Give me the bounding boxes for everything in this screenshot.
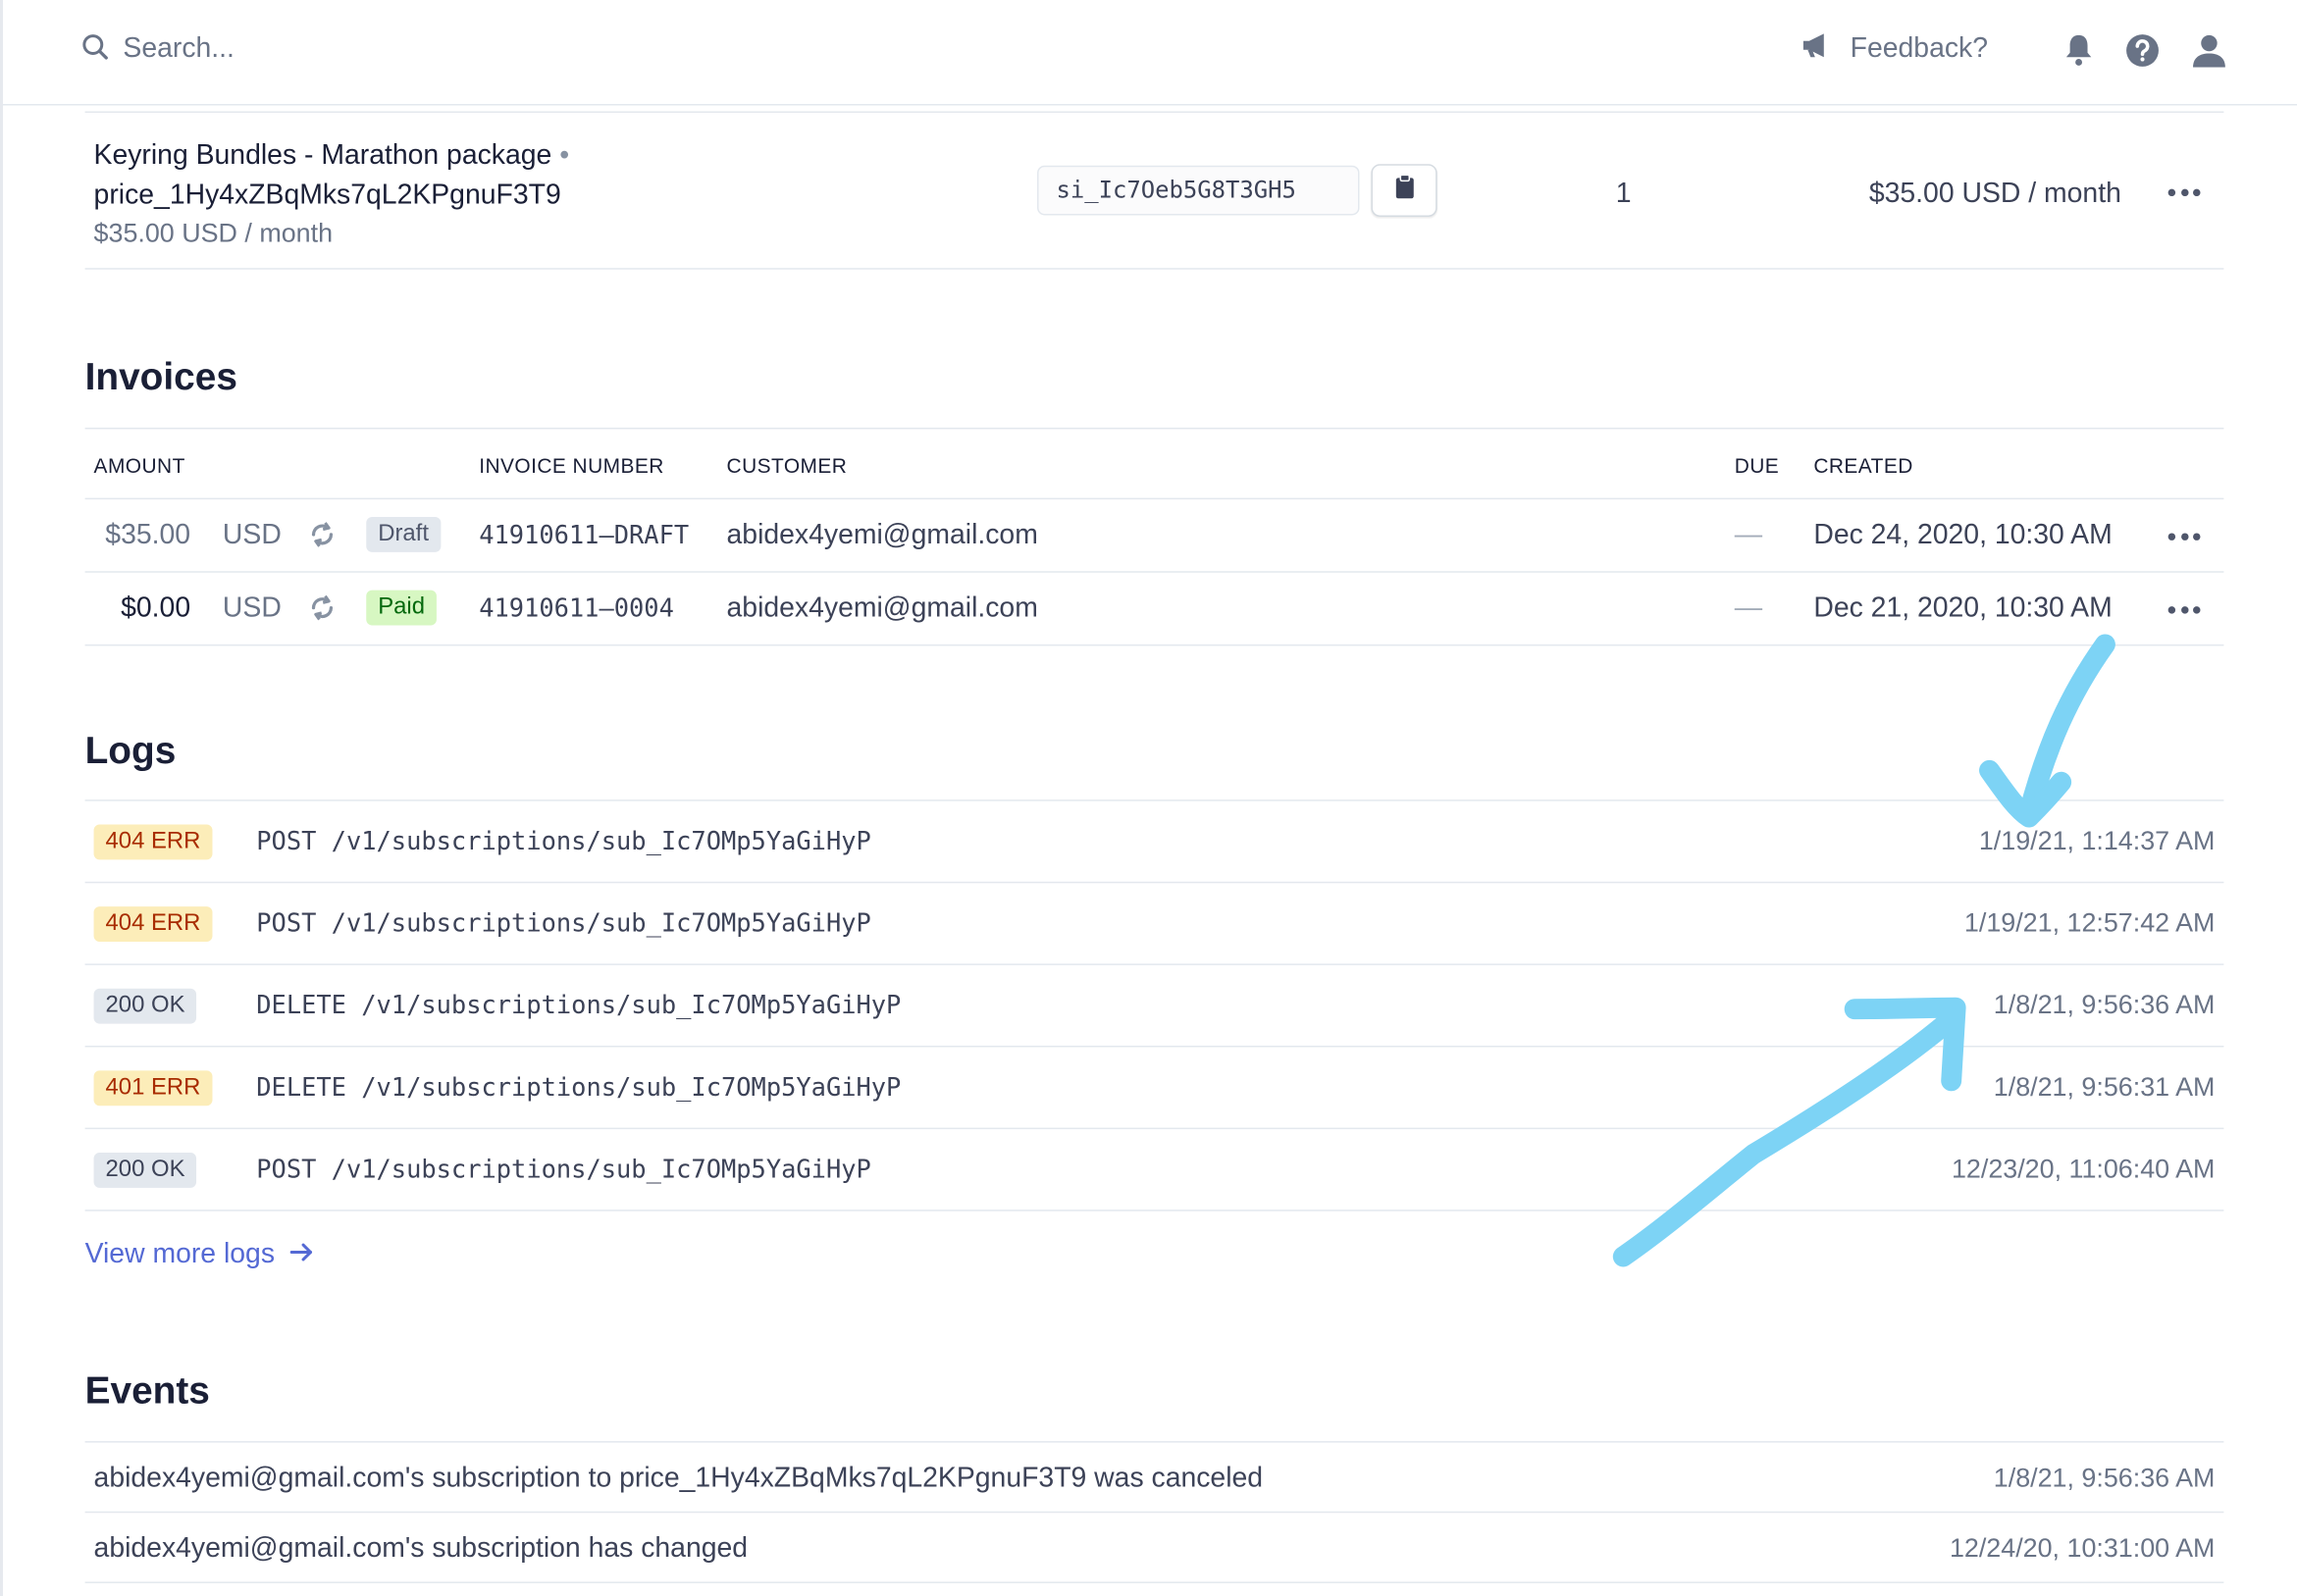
log-request-path: POST /v1/subscriptions/sub_Ic7OMp5YaGiHy… [256,827,871,857]
user-avatar-icon[interactable] [2192,33,2227,67]
logs-list: 404 ERR POST /v1/subscriptions/sub_Ic7OM… [84,799,2224,1211]
status-badge-paid: Paid [366,590,437,626]
main-content: Keyring Bundles - Marathon package • pri… [84,105,2224,1583]
col-created: CREATED [1813,453,1913,478]
invoice-created: Dec 21, 2020, 10:30 AM [1813,592,2113,625]
log-status-badge: 401 ERR [93,1070,213,1107]
log-request-path: DELETE /v1/subscriptions/sub_Ic7OMp5YaGi… [256,991,902,1021]
dashboard-page: Feedback? Keyring Bundles - Marathon pac… [0,0,2297,1596]
bell-icon[interactable] [2064,33,2094,66]
search-input[interactable] [123,33,563,67]
item-price-description: $35.00 USD / month [93,218,334,248]
invoice-more-button[interactable] [2167,522,2201,551]
annotation-arrow-down [1979,634,2115,828]
col-customer: CUSTOMER [726,453,848,478]
col-invoice-number: INVOICE NUMBER [479,453,664,478]
clipboard-icon [1394,174,1415,207]
invoice-amount: $0.00 [121,592,191,625]
megaphone-icon [1801,32,1851,68]
log-timestamp: 1/8/21, 9:56:31 AM [1993,1071,2216,1102]
log-status-badge: 404 ERR [93,906,213,942]
col-amount: AMOUNT [93,453,185,478]
log-timestamp: 1/8/21, 9:56:36 AM [1993,990,2216,1020]
invoices-table-header: AMOUNT INVOICE NUMBER CUSTOMER DUE CREAT… [84,427,2224,500]
feedback-label: Feedback? [1850,33,1989,65]
separator-dot: • [559,140,570,172]
logs-title: Logs [84,728,177,772]
log-status-badge: 200 OK [93,1152,197,1188]
event-row[interactable]: abidex4yemi@gmail.com's subscription to … [84,1443,2224,1514]
log-row[interactable]: 200 OK POST /v1/subscriptions/sub_Ic7OMp… [84,1129,2224,1211]
events-title: Events [84,1367,210,1413]
item-product-name: Keyring Bundles - Marathon package • pri… [94,136,680,216]
log-status-badge: 404 ERR [93,824,213,860]
subscription-item-row: Keyring Bundles - Marathon package • pri… [84,111,2224,270]
invoice-due: — [1734,520,1763,551]
log-timestamp: 12/23/20, 11:06:40 AM [1951,1154,2216,1184]
event-description: abidex4yemi@gmail.com's subscription has… [93,1533,749,1565]
invoice-more-button[interactable] [2167,594,2201,624]
invoice-row[interactable]: $0.00 USD Paid 41910611–0004 abidex4yemi… [84,573,2224,646]
log-timestamp: 1/19/21, 1:14:37 AM [1978,826,2216,855]
top-right-actions: Feedback? [1801,29,2226,71]
item-total: $35.00 USD / month [1868,179,2121,210]
event-row[interactable]: abidex4yemi@gmail.com's subscription has… [84,1513,2224,1583]
log-request-path: POST /v1/subscriptions/sub_Ic7OMp5YaGiHy… [256,909,871,940]
view-more-logs-label: View more logs [84,1239,276,1270]
invoice-currency: USD [222,520,282,551]
col-due: DUE [1734,453,1780,478]
log-row[interactable]: 401 ERR DELETE /v1/subscriptions/sub_Ic7… [84,1047,2224,1130]
invoice-amount: $35.00 [105,520,191,551]
copy-id-button[interactable] [1371,164,1437,217]
log-timestamp: 1/19/21, 12:57:42 AM [1963,907,2216,938]
status-badge-draft: Draft [366,517,441,552]
log-request-path: POST /v1/subscriptions/sub_Ic7OMp5YaGiHy… [256,1155,871,1185]
feedback-button[interactable]: Feedback? [1801,32,1988,68]
recurring-icon [308,593,338,630]
log-status-badge: 200 OK [93,988,197,1024]
invoice-due: — [1734,592,1763,625]
invoice-customer: abidex4yemi@gmail.com [726,520,1038,551]
event-timestamp: 12/24/20, 10:31:00 AM [1949,1533,2216,1564]
invoice-number: 41910611–DRAFT [479,521,690,551]
event-timestamp: 1/8/21, 9:56:36 AM [1993,1463,2216,1493]
event-description: abidex4yemi@gmail.com's subscription to … [93,1463,1264,1494]
item-more-button[interactable] [2167,178,2201,207]
invoices-table: AMOUNT INVOICE NUMBER CUSTOMER DUE CREAT… [84,427,2224,646]
top-bar: Feedback? [2,0,2297,106]
search-icon [82,33,109,67]
item-quantity: 1 [1615,179,1632,210]
recurring-icon [308,520,338,556]
invoices-title: Invoices [84,354,237,399]
events-list: abidex4yemi@gmail.com's subscription to … [84,1441,2224,1583]
price-id: price_1Hy4xZBqMks7qL2KPgnuF3T9 [93,180,561,211]
search-box[interactable] [82,29,563,71]
log-row[interactable]: 200 OK DELETE /v1/subscriptions/sub_Ic7O… [84,965,2224,1048]
view-more-logs-link[interactable]: View more logs [85,1239,313,1271]
invoice-number: 41910611–0004 [479,594,674,625]
invoice-currency: USD [222,592,282,625]
subscription-item-id-field[interactable]: si_Ic7Oeb5G8T3GH5 [1037,165,1360,216]
log-row[interactable]: 404 ERR POST /v1/subscriptions/sub_Ic7OM… [84,801,2224,884]
invoice-row[interactable]: $35.00 USD Draft 41910611–DRAFT abidex4y… [84,499,2224,573]
arrow-right-icon [275,1239,313,1271]
log-request-path: DELETE /v1/subscriptions/sub_Ic7OMp5YaGi… [256,1073,902,1104]
invoice-created: Dec 24, 2020, 10:30 AM [1813,520,2113,551]
log-row[interactable]: 404 ERR POST /v1/subscriptions/sub_Ic7OM… [84,883,2224,965]
invoice-customer: abidex4yemi@gmail.com [726,592,1038,625]
help-icon[interactable] [2125,33,2159,67]
product-name: Keyring Bundles - Marathon package [93,140,552,172]
